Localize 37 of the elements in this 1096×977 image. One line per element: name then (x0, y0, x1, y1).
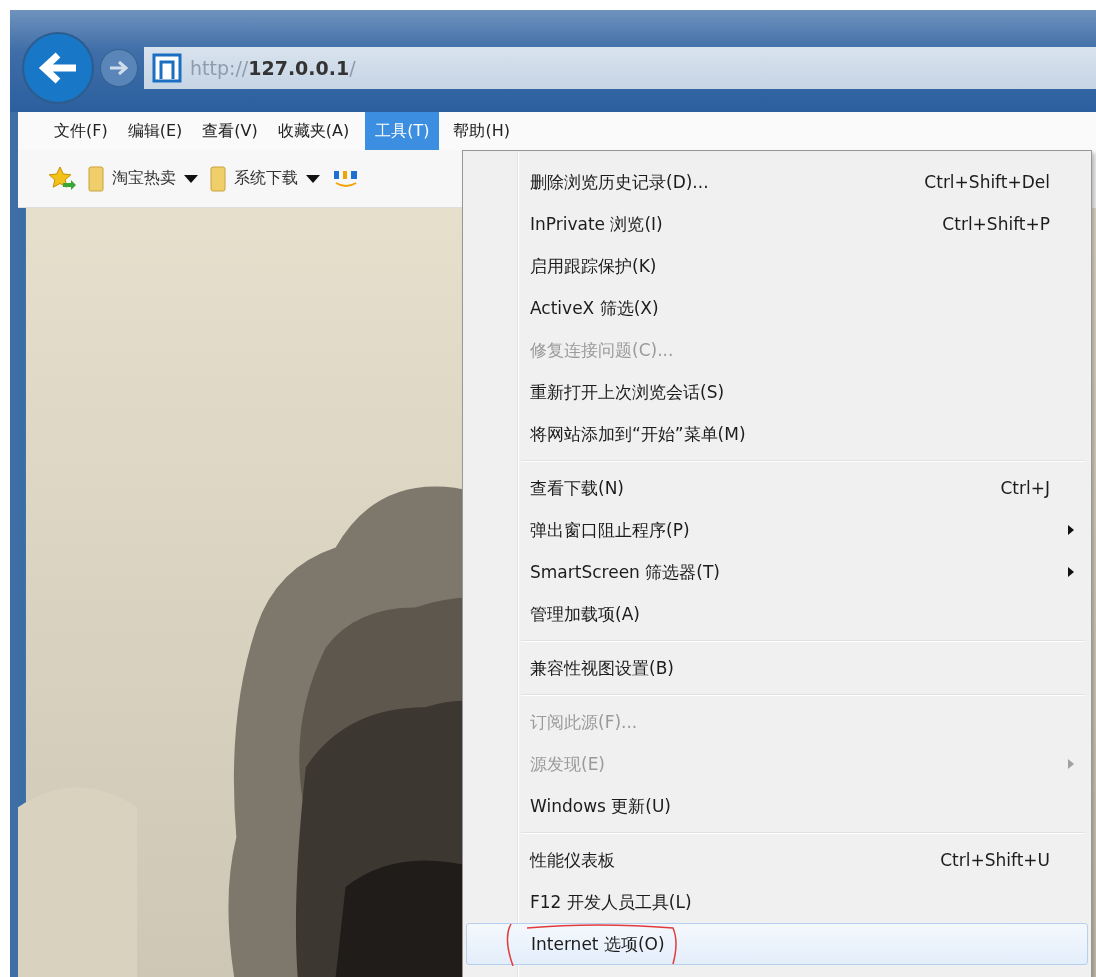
page-icon (152, 53, 182, 83)
shortcut-text: Ctrl+J (1000, 478, 1050, 498)
favorites-folder[interactable]: 系统下载 (210, 165, 320, 192)
menu-item[interactable]: 将网站添加到“开始”菜单(M) (466, 413, 1088, 455)
favorites-star-icon[interactable] (48, 165, 76, 192)
menu-item[interactable]: 删除浏览历史记录(D)... Ctrl+Shift+Del (466, 161, 1088, 203)
menu-bar-item[interactable]: 查看(V) (192, 112, 268, 150)
dropdown-caret-icon (184, 173, 198, 184)
menu-item[interactable]: ActiveX 筛选(X) (466, 287, 1088, 329)
menu-item[interactable]: 重新打开上次浏览会话(S) (466, 371, 1088, 413)
menu-bar-item[interactable]: 收藏夹(A) (267, 112, 360, 150)
menu-item[interactable]: 弹出窗口阻止程序(P) (466, 509, 1088, 551)
back-arrow-icon (38, 51, 78, 85)
menu-item[interactable]: 性能仪表板 Ctrl+Shift+U (466, 839, 1088, 881)
menu-bar-item[interactable]: 文件(F) (44, 112, 118, 150)
menu-item[interactable]: F12 开发人员工具(L) (466, 881, 1088, 923)
menu-item[interactable]: 启用跟踪保护(K) (466, 245, 1088, 287)
url-text: http://127.0.0.1/ (190, 57, 356, 79)
menu-item[interactable]: Internet 选项(O) (466, 923, 1088, 965)
menu-item[interactable]: Windows 更新(U) (466, 785, 1088, 827)
shortcut-text: Ctrl+Shift+U (940, 850, 1050, 870)
forward-button[interactable] (100, 49, 138, 87)
folder-icon (210, 165, 226, 192)
site-logo-icon[interactable] (332, 168, 360, 189)
shortcut-text: Ctrl+Shift+Del (924, 172, 1050, 192)
menu-item[interactable]: 兼容性视图设置(B) (466, 647, 1088, 689)
forward-arrow-icon (109, 60, 129, 76)
menu-item[interactable]: InPrivate 浏览(I) Ctrl+Shift+P (466, 203, 1088, 245)
address-bar[interactable]: http://127.0.0.1/ (144, 47, 1096, 89)
shortcut-text: Ctrl+Shift+P (942, 214, 1050, 234)
folder-icon (88, 165, 104, 192)
menu-item[interactable]: 管理加载项(A) (466, 593, 1088, 635)
menu-item[interactable]: SmartScreen 筛选器(T) (466, 551, 1088, 593)
favorites-folder[interactable]: 淘宝热卖 (88, 165, 198, 192)
menu-bar-item[interactable]: 编辑(E) (117, 112, 193, 150)
menu-item[interactable]: 查看下载(N) Ctrl+J (466, 467, 1088, 509)
dropdown-caret-icon (306, 173, 320, 184)
